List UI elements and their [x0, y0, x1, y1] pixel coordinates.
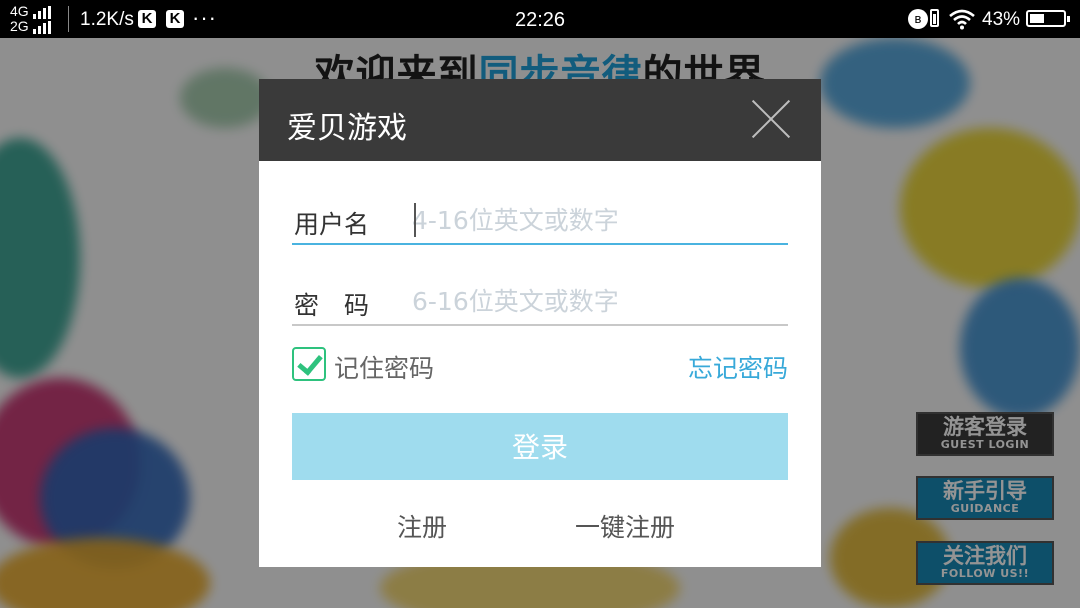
- username-input[interactable]: [412, 201, 782, 239]
- dialog-title: 爱贝游戏: [287, 111, 407, 146]
- text-cursor: [414, 203, 416, 237]
- battery-icon: [1026, 10, 1070, 27]
- dialog-header: 爱贝游戏: [259, 79, 821, 161]
- password-underline: [292, 324, 788, 326]
- forgot-password-link[interactable]: 忘记密码: [688, 349, 788, 385]
- username-field: 用户名: [292, 197, 788, 245]
- wifi-icon: [949, 9, 975, 30]
- bluetooth-icon: ʙ: [908, 9, 928, 29]
- password-label: 密 码: [294, 291, 370, 320]
- remember-checkbox[interactable]: [292, 347, 326, 381]
- login-button[interactable]: 登录: [292, 413, 788, 480]
- device-battery-icon: [930, 9, 939, 27]
- password-field: 密 码: [292, 278, 788, 326]
- username-label: 用户名: [294, 210, 370, 239]
- status-bar: 4G 2G 1.2K/s K K ··· 22:26 ʙ 43%: [0, 0, 1080, 38]
- username-underline: [292, 243, 788, 245]
- battery-percent: 43%: [982, 9, 1021, 30]
- quick-register-link[interactable]: 一键注册: [575, 508, 675, 544]
- login-dialog: 爱贝游戏 用户名 密 码 记住密码 忘记密码 登录 注册 一键注册: [259, 79, 821, 567]
- password-input[interactable]: [412, 282, 782, 320]
- register-link[interactable]: 注册: [397, 508, 447, 544]
- remember-label: 记住密码: [334, 354, 435, 383]
- close-icon[interactable]: [753, 101, 789, 137]
